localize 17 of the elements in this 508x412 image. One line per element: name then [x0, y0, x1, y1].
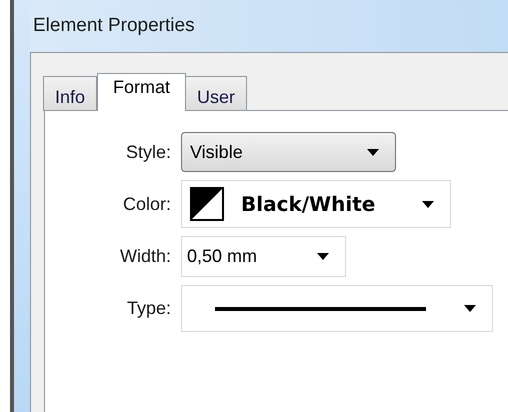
color-swatch-icon: [190, 187, 224, 221]
color-dropdown[interactable]: Black/White: [181, 180, 451, 228]
caret-icon: [367, 148, 379, 156]
field-label: Width:: [118, 245, 172, 268]
window-title: Element Properties: [33, 14, 195, 38]
tab[interactable]: Info: [43, 76, 98, 111]
line-type-dropdown[interactable]: [181, 285, 493, 332]
tab[interactable]: Format: [97, 73, 186, 111]
caret-icon: [317, 253, 329, 260]
tab[interactable]: User: [185, 76, 248, 111]
caret-icon: [422, 200, 434, 208]
style-dropdown[interactable]: Visible: [181, 132, 396, 172]
field-label: Style:: [124, 140, 172, 164]
field-label: Type:: [126, 297, 172, 320]
width-dropdown[interactable]: 0,50 mm: [181, 236, 346, 277]
field-label: Color:: [122, 192, 172, 216]
caret-icon: [464, 305, 476, 312]
